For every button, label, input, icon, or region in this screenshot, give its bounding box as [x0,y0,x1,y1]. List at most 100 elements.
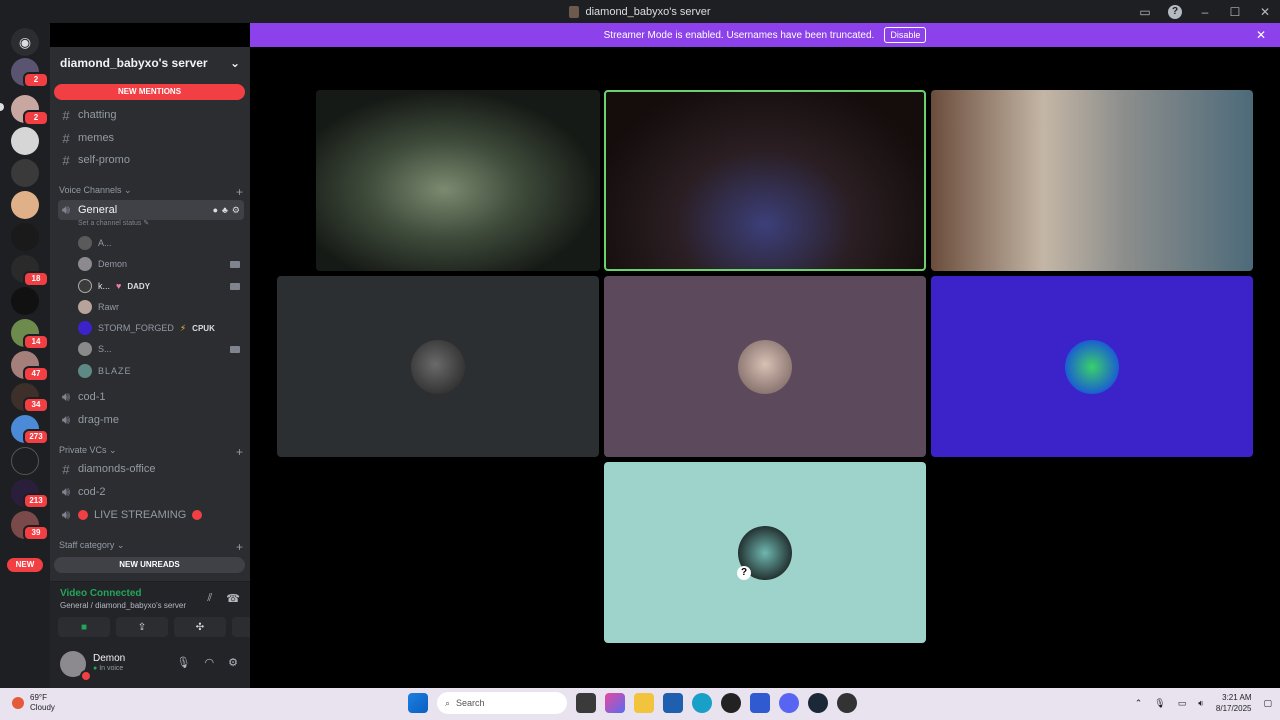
voice-connected-status[interactable]: Video Connected [60,588,142,599]
server-icon[interactable] [11,447,39,475]
help-icon[interactable]: ? [1168,4,1182,19]
channel-self-promo[interactable]: # self-promo [58,150,244,170]
speaker-icon: 🔊︎ [61,484,71,499]
new-mentions-pill[interactable]: NEW MENTIONS [54,84,245,100]
discord-icon[interactable] [779,693,799,713]
clock[interactable]: 3:21 AM 8/17/2025 [1216,692,1252,714]
voice-member[interactable]: STORM_FORGED ⚡ CPUK [78,318,246,338]
channel-memes[interactable]: # memes [58,128,244,148]
user-panel: Demon ● In voice 🎙︎ ◠ ⚙ [50,643,250,688]
activity-button[interactable]: ✣ [174,617,226,637]
member-name: Demon [98,259,128,269]
volume-icon[interactable]: 🔉︎ [1198,698,1204,709]
voice-channel-drag-me[interactable]: 🔊︎ drag-me [58,410,244,430]
voice-member[interactable]: A... [78,233,246,253]
voice-channel-general[interactable]: 🔊︎ General ● ♣ ⚙ [58,200,244,220]
speaker-icon: 🔊︎ [61,202,71,217]
voice-member[interactable]: BLAZE [78,361,246,381]
minimize-button[interactable]: – [1190,5,1220,19]
voice-member[interactable]: Rawr [78,297,246,317]
app-icon[interactable] [837,693,857,713]
microphone-icon[interactable]: 🎙︎ [177,656,191,669]
system-tray: ⌃ 🎙︎ ▭ 🔉︎ 3:21 AM 8/17/2025 ▢ [1135,692,1272,714]
camera-button[interactable]: ■ [58,617,110,637]
add-channel-icon[interactable]: + [236,445,243,459]
server-header[interactable]: diamond_babyxo's server ⌄ [50,47,250,79]
maximize-button[interactable]: ☐ [1220,5,1250,19]
avatar [411,339,465,394]
gear-icon[interactable]: ⚙ [228,656,238,669]
voice-member[interactable]: k... ♥ DADY [78,276,246,296]
voice-channel-cod-2[interactable]: 🔊︎ cod-2 [58,482,244,502]
disconnect-icon[interactable]: ☎ [226,592,240,605]
new-servers-pill[interactable]: NEW [7,558,43,572]
voice-member[interactable]: S... [78,339,246,359]
invite-icon[interactable]: ♣ [222,205,228,216]
microphone-icon[interactable]: 🎙︎ [1154,698,1165,709]
server-icon[interactable] [11,287,39,315]
file-explorer-icon[interactable] [634,693,654,713]
video-tile[interactable] [316,90,600,271]
audio-tile[interactable]: ? [604,462,926,643]
channel-label: memes [78,132,115,144]
voice-member[interactable]: Demon [78,254,246,274]
channel-diamonds-office[interactable]: # diamonds-office [58,459,244,479]
copilot-icon[interactable] [605,693,625,713]
chat-icon[interactable]: ● [213,205,218,216]
member-name: A... [98,238,112,248]
avatar [78,342,92,356]
search-box[interactable]: ⌕ Search [437,692,567,714]
voice-channel-cod-1[interactable]: 🔊︎ cod-1 [58,387,244,407]
title-bar: diamond_babyxo's server ▭ ? – ☐ ✕ [0,0,1280,23]
audio-tile[interactable] [604,276,926,457]
start-icon[interactable] [408,693,428,713]
voice-channel-live-streaming[interactable]: 🔊︎ LIVE STREAMING [58,505,244,525]
server-icon[interactable] [11,159,39,187]
unread-badge: 47 [23,366,49,382]
channel-status[interactable]: Set a channel status ✎ [78,219,149,227]
server-icon[interactable] [11,223,39,251]
weather-widget[interactable]: 69°F Cloudy [12,693,55,713]
category-voice-channels[interactable]: Voice Channels ⌄ + [59,185,245,199]
close-icon[interactable]: ✕ [1256,28,1266,42]
discord-home-icon[interactable]: ◉ [11,28,39,56]
category-private-vcs[interactable]: Private VCs ⌄ + [59,445,245,459]
store-icon[interactable] [663,693,683,713]
alienware-icon[interactable] [721,693,741,713]
app-icon[interactable] [750,693,770,713]
video-tile[interactable] [931,90,1253,271]
steam-icon[interactable] [808,693,828,713]
disable-streamer-mode-button[interactable]: Disable [884,27,927,43]
channel-chatting[interactable]: # chatting [58,105,244,125]
channel-label: diamonds-office [78,463,156,475]
inbox-icon[interactable]: ▭ [1130,5,1160,19]
video-tile-speaking[interactable] [604,90,926,271]
new-unreads-pill[interactable]: NEW UNREADS [54,557,245,573]
channel-label: LIVE STREAMING [94,509,187,521]
hash-icon: # [62,152,70,168]
notification-icon[interactable]: ▢ [1263,698,1272,709]
unknown-status-icon: ? [737,566,751,580]
avatar [738,339,792,394]
task-view-icon[interactable] [576,693,596,713]
voice-location[interactable]: General / diamond_babyxo's server [60,601,186,610]
gear-icon[interactable]: ⚙ [232,205,240,216]
audio-tile[interactable] [931,276,1253,457]
close-window-button[interactable]: ✕ [1250,5,1280,19]
headphones-icon[interactable]: ◠ [205,656,215,669]
avatar [78,257,92,271]
audio-tile[interactable] [277,276,599,457]
os-taskbar: 69°F Cloudy ⌕ Search ⌃ 🎙︎ ▭ 🔉︎ 3:21 AM 8/… [0,688,1280,720]
server-icon[interactable] [11,191,39,219]
add-channel-icon[interactable]: + [236,540,243,554]
category-staff[interactable]: Staff category ⌄ + [59,540,245,554]
server-icon[interactable] [11,127,39,155]
unread-badge: 18 [23,271,49,287]
add-channel-icon[interactable]: + [236,185,243,199]
search-icon: ⌕ [445,697,451,708]
edge-icon[interactable] [692,693,712,713]
noise-suppression-icon[interactable]: ⫽ [207,592,212,605]
screen-share-button[interactable]: ⇪ [116,617,168,637]
network-icon[interactable]: ▭ [1178,698,1187,709]
chevron-up-icon[interactable]: ⌃ [1135,698,1143,709]
